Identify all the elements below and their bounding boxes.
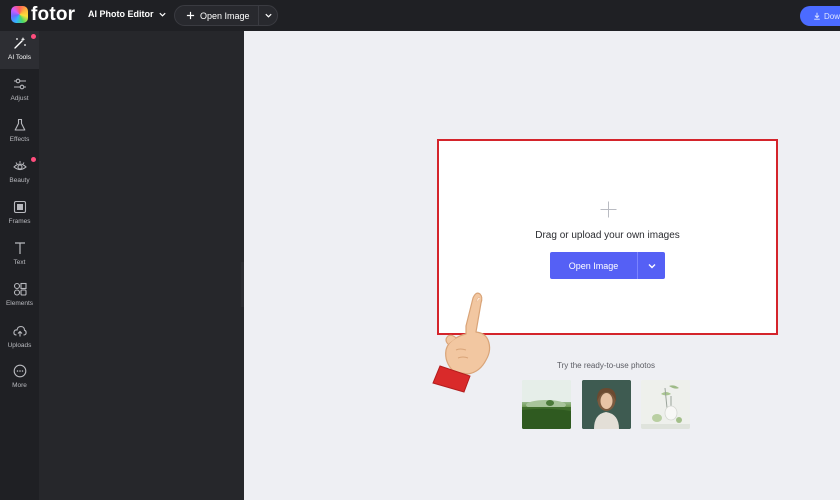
rail-item-adjust[interactable]: Adjust bbox=[0, 72, 39, 110]
open-image-button[interactable]: Open Image bbox=[550, 252, 665, 279]
rail-label: AI Tools bbox=[7, 54, 31, 61]
open-image-top-button[interactable]: Open Image bbox=[174, 5, 278, 26]
chevron-down-icon bbox=[264, 13, 272, 18]
mode-dropdown[interactable]: AI Photo Editor bbox=[88, 9, 167, 19]
plus-icon bbox=[186, 11, 195, 20]
flask-icon bbox=[14, 118, 25, 131]
tool-panel bbox=[39, 31, 244, 500]
sample-photo-landscape[interactable] bbox=[522, 380, 571, 429]
sliders-icon bbox=[13, 78, 26, 90]
rail-label: Text bbox=[13, 259, 26, 266]
open-image-button-label[interactable]: Open Image bbox=[550, 252, 638, 279]
rail-label: Frames bbox=[8, 218, 31, 225]
download-icon bbox=[814, 12, 820, 20]
notification-dot bbox=[31, 157, 36, 162]
shapes-icon bbox=[13, 282, 27, 296]
left-tool-rail: AI Tools Adjust Effects Beauty Frames Te… bbox=[0, 31, 39, 500]
pointing-hand-icon bbox=[432, 292, 491, 393]
mode-label: AI Photo Editor bbox=[88, 9, 154, 19]
dropzone-prompt: Drag or upload your own images bbox=[535, 230, 680, 241]
open-image-top-label: Open Image bbox=[200, 10, 250, 21]
rail-label: Uploads bbox=[7, 342, 32, 349]
logo-text: fotor bbox=[31, 4, 76, 25]
landscape-thumbnail bbox=[522, 380, 571, 429]
download-button[interactable]: Dow bbox=[800, 6, 840, 26]
fotor-logo[interactable]: fotor bbox=[11, 4, 76, 25]
eye-icon bbox=[12, 161, 27, 171]
download-label: Dow bbox=[824, 11, 840, 21]
rail-item-beauty[interactable]: Beauty bbox=[0, 154, 39, 192]
rail-label: Adjust bbox=[10, 95, 29, 102]
rail-item-uploads[interactable]: Uploads bbox=[0, 319, 39, 357]
chevron-down-icon bbox=[158, 12, 166, 17]
sample-photo-still-life[interactable] bbox=[641, 380, 690, 429]
rail-item-text[interactable]: Text bbox=[0, 236, 39, 274]
rail-item-more[interactable]: More bbox=[0, 359, 39, 397]
rail-label: Beauty bbox=[9, 177, 30, 184]
more-icon bbox=[13, 364, 26, 378]
rail-item-frames[interactable]: Frames bbox=[0, 195, 39, 233]
frame-icon bbox=[13, 200, 26, 214]
still-life-thumbnail bbox=[641, 380, 690, 429]
notification-dot bbox=[31, 34, 36, 39]
rail-label: More bbox=[12, 382, 27, 389]
rail-item-effects[interactable]: Effects bbox=[0, 113, 39, 151]
magic-wand-icon bbox=[13, 37, 26, 49]
sample-photo-portrait[interactable] bbox=[582, 380, 631, 429]
rail-label: Elements bbox=[5, 300, 34, 307]
text-icon bbox=[14, 242, 25, 254]
chevron-down-icon bbox=[648, 263, 655, 268]
rail-label: Effects bbox=[9, 136, 30, 143]
rail-item-elements[interactable]: Elements bbox=[0, 277, 39, 315]
logo-mark-icon bbox=[11, 6, 28, 23]
rail-item-ai-tools[interactable]: AI Tools bbox=[0, 31, 39, 69]
open-image-dropdown[interactable] bbox=[638, 252, 665, 279]
open-image-top-main[interactable]: Open Image bbox=[175, 6, 259, 25]
portrait-thumbnail bbox=[582, 380, 631, 429]
plus-icon bbox=[600, 201, 617, 218]
top-bar: fotor AI Photo Editor Open Image Dow bbox=[0, 0, 840, 31]
fotor-editor: fotor AI Photo Editor Open Image Dow AI … bbox=[0, 0, 840, 500]
sample-photos-heading: Try the ready-to-use photos bbox=[557, 361, 655, 370]
open-image-top-dropdown[interactable] bbox=[259, 11, 277, 20]
cloud-upload-icon bbox=[12, 325, 27, 337]
